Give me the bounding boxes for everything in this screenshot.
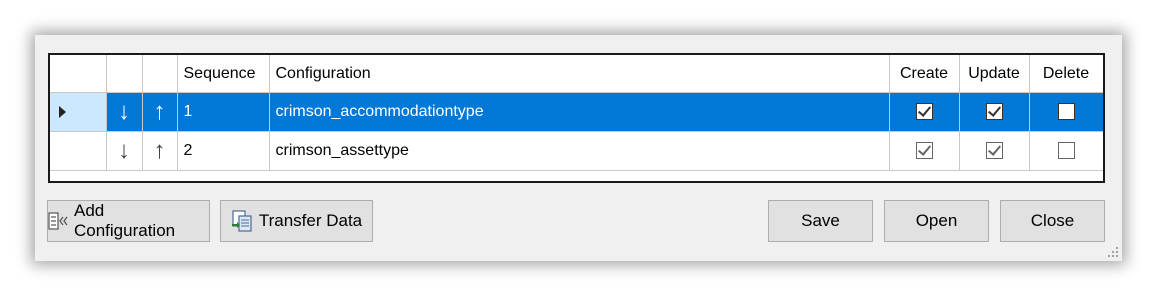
delete-cell	[1029, 131, 1103, 171]
column-header-delete[interactable]: Delete	[1029, 55, 1103, 93]
open-button[interactable]: Open	[884, 200, 989, 242]
table-row[interactable]: ↓ ↑ 1 crimson_accommodationtype	[50, 92, 1103, 132]
delete-checkbox[interactable]	[1057, 103, 1075, 121]
header-row: Sequence Configuration Create Update Del…	[50, 55, 1103, 93]
configuration-grid: Sequence Configuration Create Update Del…	[48, 53, 1105, 183]
delete-checkbox[interactable]	[1057, 142, 1075, 160]
table-row[interactable]: ↓ ↑ 2 crimson_assettype	[50, 131, 1103, 171]
column-header-update[interactable]: Update	[959, 55, 1030, 93]
sequence-cell[interactable]: 2	[177, 131, 270, 171]
column-header-configuration[interactable]: Configuration	[269, 55, 890, 93]
update-cell	[959, 92, 1030, 132]
create-cell	[889, 92, 960, 132]
configuration-cell[interactable]: crimson_accommodationtype	[269, 92, 890, 132]
move-down-column-header	[106, 55, 143, 93]
add-configuration-label: Add Configuration	[74, 201, 176, 240]
transfer-data-label: Transfer Data	[258, 211, 363, 230]
delete-cell	[1029, 92, 1103, 132]
add-configuration-button[interactable]: Add Configuration	[47, 200, 210, 242]
row-selector[interactable]	[50, 92, 107, 132]
add-configuration-icon	[48, 212, 68, 230]
move-up-button[interactable]: ↑	[142, 131, 178, 171]
current-row-indicator-icon	[59, 106, 66, 118]
update-checkbox[interactable]	[985, 142, 1003, 160]
configuration-table: Sequence Configuration Create Update Del…	[50, 55, 1103, 171]
move-up-button[interactable]: ↑	[142, 92, 178, 132]
row-selector[interactable]	[50, 131, 107, 171]
row-header-corner	[50, 55, 107, 93]
close-button[interactable]: Close	[1000, 200, 1105, 242]
transfer-data-icon	[231, 210, 253, 232]
move-down-button[interactable]: ↓	[106, 131, 143, 171]
create-checkbox[interactable]	[915, 142, 933, 160]
resize-grip-icon[interactable]	[1108, 247, 1118, 257]
save-button[interactable]: Save	[768, 200, 873, 242]
move-up-column-header	[142, 55, 178, 93]
move-down-button[interactable]: ↓	[106, 92, 143, 132]
create-checkbox[interactable]	[915, 103, 933, 121]
update-cell	[959, 131, 1030, 171]
sequence-cell[interactable]: 1	[177, 92, 270, 132]
configuration-cell[interactable]: crimson_assettype	[269, 131, 890, 171]
configuration-dialog: Sequence Configuration Create Update Del…	[35, 35, 1122, 261]
update-checkbox[interactable]	[985, 103, 1003, 121]
column-header-sequence[interactable]: Sequence	[177, 55, 270, 93]
transfer-data-button[interactable]: Transfer Data	[220, 200, 373, 242]
column-header-create[interactable]: Create	[889, 55, 960, 93]
create-cell	[889, 131, 960, 171]
